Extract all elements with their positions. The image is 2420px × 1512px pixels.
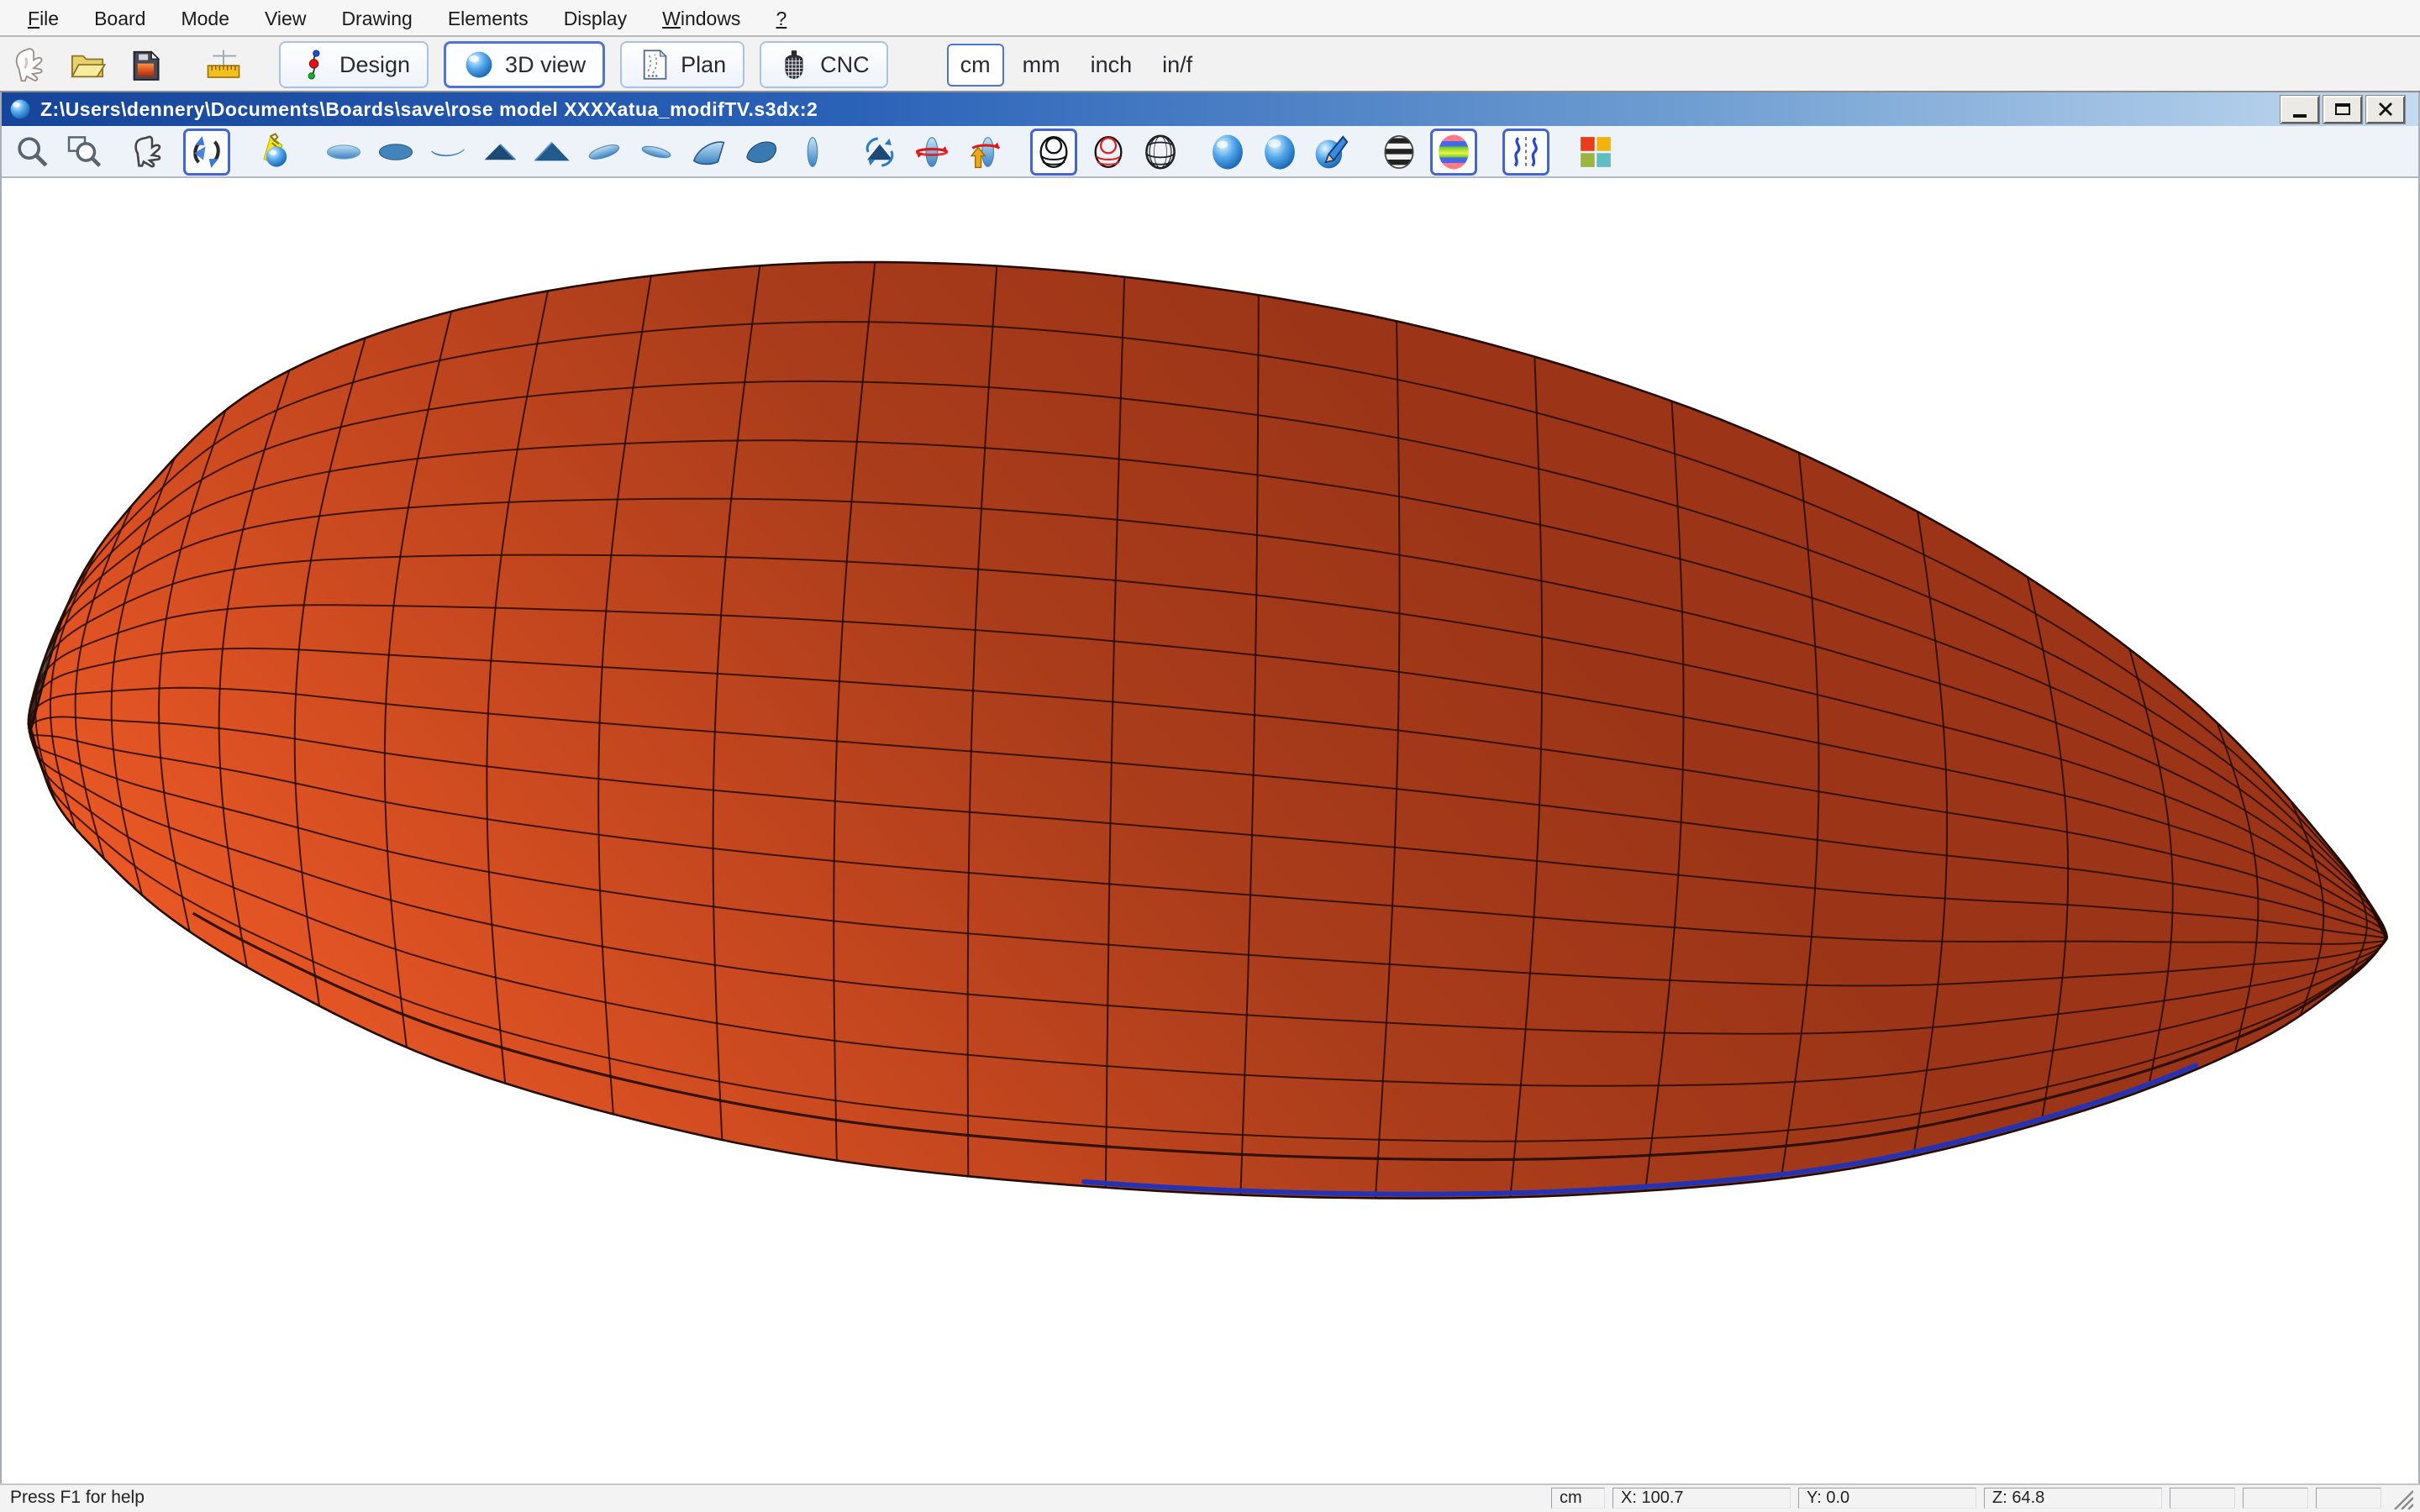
status-empty-1 [2170, 1488, 2235, 1509]
unit-inch[interactable]: inch [1079, 45, 1144, 85]
bottom-view-icon[interactable] [375, 131, 417, 173]
measure-ruler-icon[interactable] [202, 43, 245, 87]
view-toolbar [2, 126, 2418, 178]
front-view-icon[interactable] [479, 131, 521, 173]
menu-help[interactable]: ? [758, 0, 804, 37]
flow-lines-icon[interactable] [1502, 129, 1549, 176]
rotate-view-icon[interactable] [183, 129, 230, 176]
application-window: File Board Mode View Drawing Elements Di… [0, 0, 2420, 1512]
menu-bar: File Board Mode View Drawing Elements Di… [0, 0, 2420, 37]
rocker-view-icon[interactable] [427, 131, 469, 173]
document-sphere-icon [8, 97, 32, 121]
status-unit: cm [1551, 1488, 1605, 1509]
design-icon [297, 49, 329, 81]
status-y-coordinate: Y: 0.0 [1798, 1488, 1976, 1509]
minimize-icon [2293, 114, 2307, 118]
zoom-icon[interactable] [12, 131, 54, 173]
status-x-coordinate: X: 100.7 [1612, 1488, 1791, 1509]
document-window: Z:\Users\dennery\Documents\Boards\save\r… [0, 92, 2420, 1483]
front-view-wide-icon[interactable] [531, 131, 573, 173]
close-button[interactable] [2366, 96, 2405, 123]
close-icon [2377, 101, 2394, 118]
unit-selector: cm mm inch in/f [947, 44, 1205, 87]
cnc-mill-icon [778, 49, 810, 81]
menu-windows[interactable]: Windows [644, 0, 758, 37]
select-hand-icon[interactable] [8, 43, 52, 87]
color-palette-icon[interactable] [1575, 131, 1617, 173]
plan-document-icon [639, 49, 671, 81]
tilted-view-icon[interactable] [583, 131, 625, 173]
status-z-coordinate: Z: 64.8 [1984, 1488, 2162, 1509]
slice-contours-red-icon[interactable] [1087, 131, 1129, 173]
render-smooth-icon[interactable] [1259, 131, 1301, 173]
texture-paint-icon[interactable] [1311, 131, 1353, 173]
design-button-label: Design [339, 52, 410, 78]
status-empty-3 [2316, 1488, 2381, 1509]
unit-inf[interactable]: in/f [1150, 45, 1204, 85]
outline-top-view-icon[interactable] [323, 131, 365, 173]
unit-mm[interactable]: mm [1011, 45, 1072, 85]
3d-view-button[interactable]: 3D view [444, 41, 605, 88]
cnc-button[interactable]: CNC [760, 41, 888, 88]
maximize-icon [2335, 103, 2350, 115]
3d-sphere-icon [463, 49, 495, 81]
status-bar: Press F1 for help cm X: 100.7 Y: 0.0 Z: … [0, 1483, 2420, 1512]
design-button[interactable]: Design [279, 41, 429, 88]
3d-view-button-label: 3D view [505, 52, 586, 78]
menu-view[interactable]: View [247, 0, 324, 37]
perspective-view-icon[interactable] [687, 131, 729, 173]
top-slim-view-icon[interactable] [792, 131, 834, 173]
plan-button[interactable]: Plan [620, 41, 744, 88]
menu-mode[interactable]: Mode [163, 0, 247, 37]
resize-grip[interactable] [2388, 1486, 2413, 1509]
zoom-window-icon[interactable] [64, 131, 106, 173]
zebra-analysis-icon[interactable] [1378, 131, 1420, 173]
spin-view-icon[interactable] [911, 131, 953, 173]
menu-elements[interactable]: Elements [430, 0, 546, 37]
render-solid-icon[interactable] [1207, 131, 1249, 173]
window-controls [2281, 96, 2405, 123]
tilted-view-2-icon[interactable] [635, 131, 677, 173]
status-help-text: Press F1 for help [7, 1488, 1544, 1508]
main-toolbar: Design 3D view Plan CNC cm mm inch in/f [0, 37, 2420, 92]
open-folder-icon[interactable] [66, 43, 109, 87]
menu-file[interactable]: File [10, 0, 76, 37]
viewport-3d[interactable] [2, 178, 2418, 1483]
wireframe-sphere-icon[interactable] [1139, 131, 1181, 173]
unit-cm[interactable]: cm [947, 44, 1004, 87]
rotate-object-icon[interactable] [859, 131, 901, 173]
plan-button-label: Plan [681, 52, 726, 78]
menu-drawing[interactable]: Drawing [324, 0, 429, 37]
minimize-button[interactable] [2281, 96, 2319, 123]
shading-light-icon[interactable] [255, 131, 297, 173]
menu-display[interactable]: Display [546, 0, 644, 37]
save-icon[interactable] [123, 43, 166, 87]
document-title: Z:\Users\dennery\Documents\Boards\save\r… [40, 98, 2272, 121]
three-quarter-view-icon[interactable] [739, 131, 781, 173]
reset-upright-view-icon[interactable] [963, 131, 1005, 173]
status-empty-2 [2243, 1488, 2308, 1509]
board-3d-render [2, 178, 2418, 1483]
document-titlebar[interactable]: Z:\Users\dennery\Documents\Boards\save\r… [2, 92, 2418, 126]
slice-contours-icon[interactable] [1030, 129, 1077, 176]
menu-board[interactable]: Board [76, 0, 163, 37]
pan-icon[interactable] [131, 131, 173, 173]
cnc-button-label: CNC [820, 52, 870, 78]
curvature-map-icon[interactable] [1430, 129, 1477, 176]
maximize-button[interactable] [2323, 96, 2362, 123]
